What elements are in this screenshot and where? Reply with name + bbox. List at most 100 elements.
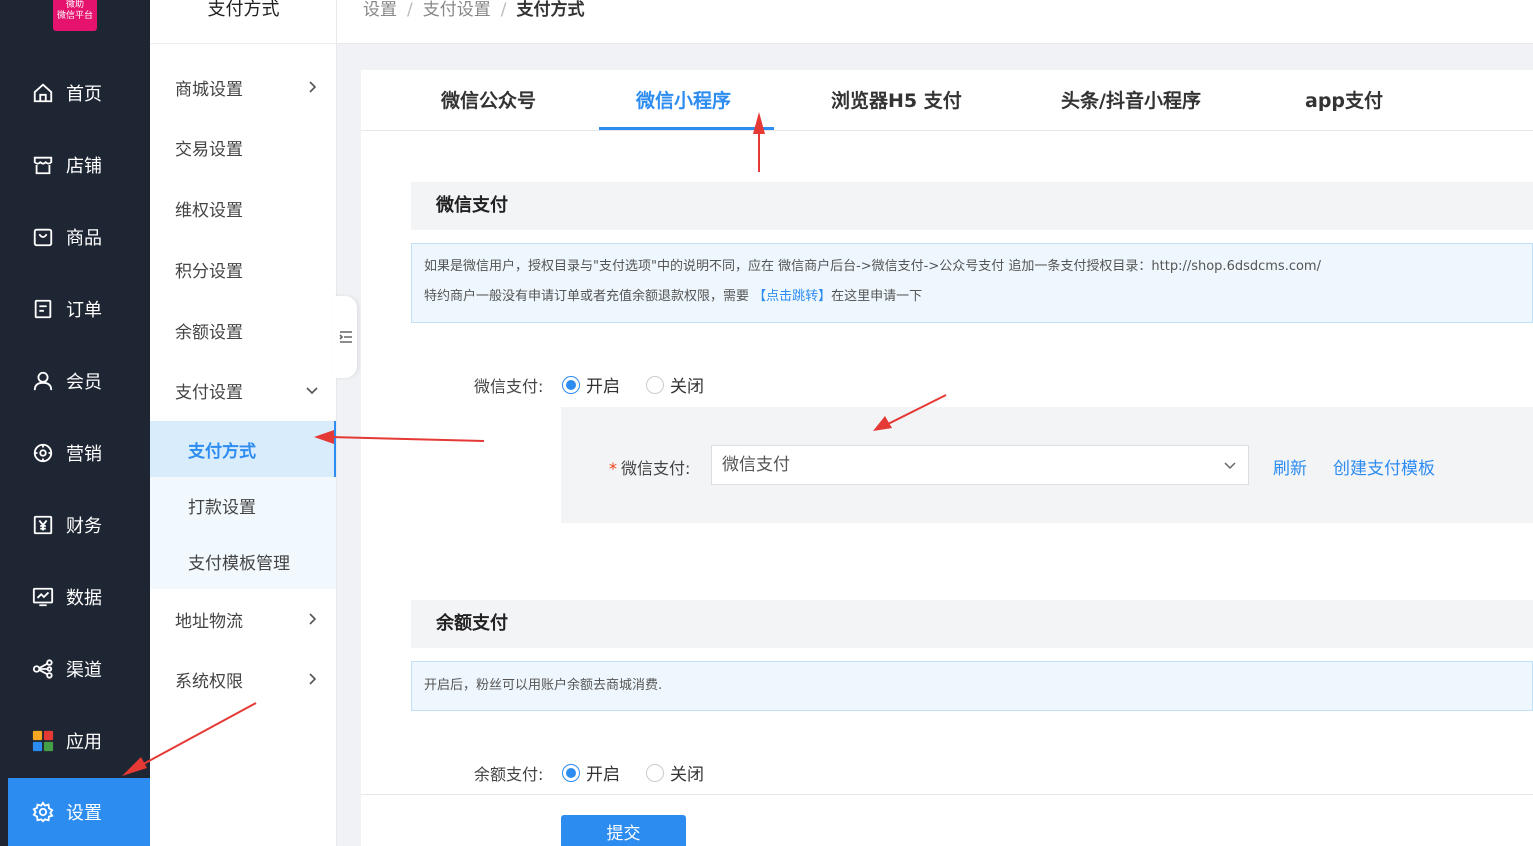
- settings-submenu: 支付方式 商城设置 交易设置 维权设置 积分设置 余额设置 支付设置 支付方式 …: [150, 0, 337, 846]
- radio-dot: [646, 375, 664, 394]
- bag-icon: [33, 228, 53, 247]
- sidebar-item-label: 应用: [66, 732, 102, 753]
- sidebar-item-label: 订单: [66, 300, 102, 321]
- sidebar-item-label: 店铺: [66, 156, 102, 177]
- chevron-down-icon: [1224, 462, 1236, 470]
- sidebar-item-finance[interactable]: 财务: [0, 494, 150, 556]
- collapse-icon: [339, 331, 352, 343]
- radio-dot: [562, 763, 580, 782]
- tab-wechat-miniprogram[interactable]: 微信小程序: [636, 86, 731, 113]
- collapse-menu-button[interactable]: [333, 296, 357, 378]
- marketing-icon: [33, 443, 53, 463]
- sidebar-item-settings[interactable]: 设置: [8, 778, 150, 846]
- create-template-link[interactable]: 创建支付模板: [1333, 454, 1435, 479]
- chevron-right-icon: [309, 673, 317, 685]
- radio-label: 关闭: [670, 377, 704, 397]
- sidebar-item-label: 渠道: [66, 660, 102, 681]
- balance-pay-off-radio[interactable]: 关闭: [646, 760, 704, 785]
- tab-toutiao-douyin[interactable]: 头条/抖音小程序: [1061, 86, 1201, 113]
- submenu-item-logistics[interactable]: 地址物流: [150, 591, 336, 647]
- breadcrumb-separator: /: [500, 0, 507, 20]
- notice-text: 在这里申请一下: [831, 289, 923, 304]
- submit-button[interactable]: 提交: [561, 815, 686, 846]
- breadcrumb-item[interactable]: 支付设置: [423, 0, 491, 20]
- breadcrumb-current: 支付方式: [516, 0, 585, 20]
- tab-wechat-official[interactable]: 微信公众号: [441, 86, 536, 113]
- chevron-right-icon: [309, 81, 317, 93]
- sidebar-item-orders[interactable]: 订单: [0, 278, 150, 340]
- wechat-pay-config-box: * 微信支付: 微信支付 刷新 创建支付模板: [561, 407, 1533, 523]
- notice-line: 如果是微信用户，授权目录与"支付选项"中的说明不同，应在 微信商户后台->微信支…: [424, 259, 1321, 274]
- submenu-item-mall[interactable]: 商城设置: [150, 59, 336, 115]
- payment-channel-tabs: 微信公众号 微信小程序 浏览器H5 支付 头条/抖音小程序 app支付: [361, 70, 1533, 131]
- submenu-item-label: 地址物流: [175, 611, 243, 632]
- tab-h5-browser[interactable]: 浏览器H5 支付: [831, 86, 962, 113]
- sidebar-item-home[interactable]: 首页: [0, 62, 150, 124]
- radio-dot: [562, 375, 580, 394]
- sidebar-item-shop[interactable]: 店铺: [0, 134, 150, 196]
- submenu-child-label: 打款设置: [188, 497, 256, 518]
- home-icon: [33, 83, 53, 103]
- sidebar-item-label: 首页: [66, 84, 102, 105]
- pay-template-label: * 微信支付:: [609, 455, 690, 479]
- radio-label: 开启: [586, 377, 620, 397]
- wechat-pay-toggle-label: 微信支付:: [474, 377, 544, 396]
- sidebar-item-apps[interactable]: 应用: [0, 710, 150, 772]
- balance-pay-section-title: 余额支付: [411, 600, 1533, 648]
- wechat-pay-on-radio[interactable]: 开启: [562, 372, 620, 397]
- submenu-child-templates[interactable]: 支付模板管理: [150, 533, 336, 589]
- submenu-item-payment[interactable]: 支付设置: [150, 362, 336, 418]
- sidebar-item-data[interactable]: 数据: [0, 566, 150, 628]
- user-icon: [33, 371, 53, 391]
- sidebar-item-label: 会员: [66, 372, 102, 393]
- balance-pay-on-radio[interactable]: 开启: [562, 760, 620, 785]
- submenu-child-payout[interactable]: 打款设置: [150, 477, 336, 533]
- submenu-item-label: 余额设置: [175, 322, 243, 343]
- channel-icon: [32, 659, 53, 679]
- pay-template-label-text: 微信支付:: [621, 459, 691, 478]
- submenu-item-points[interactable]: 积分设置: [150, 241, 336, 297]
- sidebar-item-goods[interactable]: 商品: [0, 206, 150, 268]
- finance-icon: [33, 515, 53, 535]
- submenu-item-label: 维权设置: [175, 200, 243, 221]
- chevron-right-icon: [309, 613, 317, 625]
- pay-template-select[interactable]: 微信支付: [711, 445, 1249, 485]
- order-icon: [34, 299, 52, 319]
- sidebar-item-label: 设置: [66, 803, 102, 824]
- sidebar-item-label: 财务: [66, 516, 102, 537]
- submenu-item-label: 支付设置: [175, 382, 243, 403]
- submenu-item-label: 商城设置: [175, 79, 243, 100]
- apply-link[interactable]: 【点击跳转】: [753, 289, 831, 304]
- submenu-item-label: 系统权限: [175, 671, 243, 692]
- data-icon: [32, 587, 54, 607]
- wechat-pay-off-radio[interactable]: 关闭: [646, 372, 704, 397]
- submenu-item-permissions[interactable]: 系统权限: [150, 651, 336, 707]
- tab-app-pay[interactable]: app支付: [1305, 86, 1383, 113]
- sidebar-item-marketing[interactable]: 营销: [0, 422, 150, 484]
- breadcrumb-separator: /: [407, 0, 413, 20]
- submenu-child-label: 支付方式: [188, 441, 256, 462]
- notice-line: 特约商户一般没有申请订单或者充值余额退款权限，需要 【点击跳转】在这里申请一下: [424, 282, 1532, 312]
- wechat-pay-section-title: 微信支付: [411, 182, 1533, 230]
- refresh-link[interactable]: 刷新: [1273, 454, 1307, 479]
- wechat-pay-notice: 如果是微信用户，授权目录与"支付选项"中的说明不同，应在 微信商户后台->微信支…: [411, 243, 1533, 323]
- required-mark: *: [609, 459, 617, 478]
- submenu-item-trade[interactable]: 交易设置: [150, 119, 336, 175]
- submenu-item-rights[interactable]: 维权设置: [150, 180, 336, 236]
- sidebar-item-label: 商品: [66, 228, 102, 249]
- submenu-item-balance[interactable]: 余额设置: [150, 302, 336, 358]
- radio-label: 关闭: [670, 765, 704, 785]
- apps-icon: [32, 730, 54, 752]
- sidebar-item-channel[interactable]: 渠道: [0, 638, 150, 700]
- balance-pay-notice: 开启后，粉丝可以用账户余额去商城消费.: [411, 661, 1533, 711]
- active-tab-indicator: [599, 127, 774, 130]
- balance-pay-toggle-label: 余额支付:: [474, 765, 544, 784]
- logo-line-2: 微信平台: [56, 11, 93, 21]
- sidebar-item-members[interactable]: 会员: [0, 350, 150, 412]
- notice-text: 特约商户一般没有申请订单或者充值余额退款权限，需要: [424, 289, 754, 304]
- submenu-child-payment-methods[interactable]: 支付方式: [150, 421, 336, 477]
- radio-label: 开启: [586, 765, 620, 785]
- radio-dot: [646, 763, 664, 782]
- payment-settings-card: 微信公众号 微信小程序 浏览器H5 支付 头条/抖音小程序 app支付 微信支付…: [361, 70, 1533, 846]
- breadcrumb-item[interactable]: 设置: [363, 0, 397, 20]
